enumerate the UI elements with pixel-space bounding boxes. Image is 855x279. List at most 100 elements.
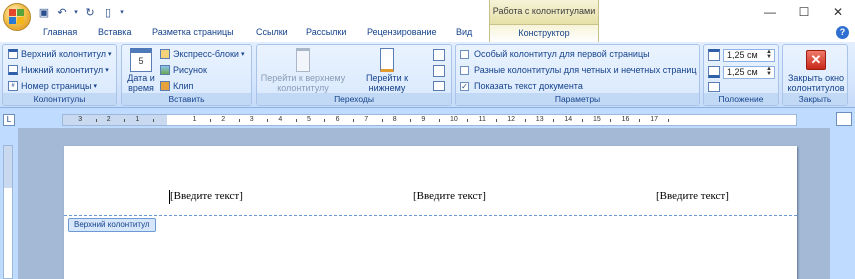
tab-review[interactable]: Рецензирование [367, 27, 437, 37]
office-button[interactable] [3, 3, 31, 31]
ruler-tick [295, 119, 297, 122]
document-page[interactable] [64, 146, 797, 279]
different-first-page-checkbox[interactable]: Особый колонтитул для первой страницы [460, 47, 650, 61]
chevron-down-icon: ▾ [93, 83, 97, 90]
header-distance-spinner: 1,25 см ▲ ▼ [708, 48, 775, 62]
ruler-number: 2 [221, 116, 226, 123]
header-position-icon [708, 49, 720, 61]
new-document-icon[interactable]: ▯ [100, 4, 116, 20]
footer-menu-button[interactable]: Нижний колонтитул ▾ [8, 63, 109, 77]
ruler-number: 10 [450, 116, 458, 123]
quick-parts-button[interactable]: Экспресс-блоки ▾ [160, 47, 244, 61]
close-button[interactable]: ✕ [823, 0, 853, 24]
undo-dropdown-icon[interactable]: ▾ [72, 4, 80, 20]
tab-page-layout[interactable]: Разметка страницы [152, 27, 234, 37]
header-placeholder-right[interactable]: [Введите текст] [656, 190, 729, 202]
group-label: Закрыть [783, 93, 847, 105]
checkbox-box [460, 65, 469, 75]
tab-insert[interactable]: Вставка [98, 27, 131, 37]
ruler-tick [638, 119, 640, 122]
ruler-number: 1 [135, 116, 140, 123]
ruler-tick [610, 119, 612, 122]
vertical-ruler[interactable] [3, 145, 13, 279]
chevron-down-icon: ▾ [240, 51, 245, 58]
checkmark-icon: ✓ [460, 81, 469, 91]
footer-icon [8, 65, 18, 75]
ruler-number: 8 [392, 116, 397, 123]
tab-references[interactable]: Ссылки [256, 27, 288, 37]
save-icon[interactable]: ▣ [36, 4, 52, 20]
show-document-text-checkbox[interactable]: ✓ Показать текст документа [460, 79, 583, 93]
tab-mailings[interactable]: Рассылки [306, 27, 346, 37]
spin-arrows-icon[interactable]: ▲ ▼ [766, 49, 772, 60]
qat-customize-icon[interactable]: ▾ [118, 4, 126, 20]
footer-distance-spinner: 1,25 см ▲ ▼ [708, 65, 775, 79]
header-distance-input[interactable]: 1,25 см ▲ ▼ [723, 48, 775, 62]
picture-button[interactable]: Рисунок [160, 63, 207, 77]
ruler-tick [324, 119, 326, 122]
group-headers-footers: Верхний колонтитул ▾ Нижний колонтитул ▾ #… [2, 44, 117, 106]
group-position: 1,25 см ▲ ▼ 1,25 см ▲ ▼ Положение [703, 44, 779, 106]
group-label: Вставить [122, 93, 251, 105]
tab-home[interactable]: Главная [43, 27, 77, 37]
footer-position-icon [708, 66, 720, 78]
ruler-number: 12 [507, 116, 515, 123]
ruler-tick [524, 119, 526, 122]
header-menu-button[interactable]: Верхний колонтитул ▾ [8, 47, 112, 61]
group-options: Особый колонтитул для первой страницы Ра… [455, 44, 700, 106]
header-boundary-line [64, 215, 797, 216]
office-logo-icon [9, 9, 25, 25]
vertical-ruler-margin [4, 146, 12, 188]
chevron-down-icon: ▾ [108, 51, 112, 58]
ruler-tick [209, 119, 211, 122]
link-to-previous-icon[interactable] [433, 81, 445, 91]
ribbon-tabs: Главная Вставка Разметка страницы Ссылки… [0, 24, 855, 42]
group-insert: 5 Дата и время Экспресс-блоки ▾ Рисунок К… [121, 44, 252, 106]
go-to-header-button[interactable]: Перейти к верхнему колонтитулу [259, 48, 347, 93]
tab-selector-icon[interactable]: L [3, 114, 15, 126]
undo-icon[interactable]: ↶ [54, 4, 70, 20]
maximize-button[interactable]: ☐ [789, 0, 819, 24]
ruler-tick [667, 119, 669, 122]
group-label: Положение [704, 93, 778, 105]
date-time-button[interactable]: 5 Дата и время [125, 48, 157, 93]
ruler-tick [238, 119, 240, 122]
header-placeholder-left[interactable]: [Введите текст] [170, 190, 243, 202]
close-header-footer-button[interactable]: ✕ Закрыть окно колонтитулов [785, 48, 847, 93]
spin-arrows-icon[interactable]: ▲ ▼ [766, 66, 772, 77]
ruler-tick [381, 119, 383, 122]
checkbox-box [460, 49, 469, 59]
previous-section-icon[interactable] [433, 49, 445, 61]
ruler-number: 15 [593, 116, 601, 123]
horizontal-ruler[interactable]: 3 2 1 1 2 3 4 5 6 7 8 9 10 11 12 13 14 15 16 17 [62, 114, 797, 126]
next-section-icon[interactable] [433, 65, 445, 77]
help-icon[interactable]: ? [836, 26, 849, 39]
title-bar: ▣ ↶ ▾ ↻ ▯ ▾ Работа с колонтитулами — ☐ ✕ [0, 0, 855, 24]
view-ruler-icon[interactable] [836, 112, 852, 126]
ribbon: Верхний колонтитул ▾ Нижний колонтитул ▾ #… [0, 42, 855, 108]
page-number-menu-button[interactable]: # Номер страницы ▾ [8, 79, 97, 93]
tab-design[interactable]: Конструктор [489, 24, 599, 42]
header-placeholder-center[interactable]: [Введите текст] [413, 190, 486, 202]
tab-view[interactable]: Вид [456, 27, 472, 37]
group-navigation: Перейти к верхнему колонтитулу Перейти к… [256, 44, 452, 106]
ruler-tick [152, 119, 154, 122]
footer-distance-input[interactable]: 1,25 см ▲ ▼ [723, 65, 775, 79]
ruler-tick [267, 119, 269, 122]
header-label-tag: Верхний колонтитул [68, 218, 156, 232]
insert-alignment-tab-icon[interactable] [708, 82, 720, 92]
group-close: ✕ Закрыть окно колонтитулов Закрыть [782, 44, 848, 106]
ruler-tick [124, 119, 126, 122]
ruler-tick [553, 119, 555, 122]
minimize-button[interactable]: — [755, 0, 785, 24]
clip-art-icon [160, 81, 170, 91]
ruler-tick [467, 119, 469, 122]
ruler-number: 9 [421, 116, 426, 123]
different-odd-even-checkbox[interactable]: Разные колонтитулы для четных и нечетных… [460, 63, 697, 77]
redo-icon[interactable]: ↻ [82, 4, 98, 20]
group-label: Колонтитулы [3, 93, 116, 105]
ruler-number: 7 [364, 116, 369, 123]
clip-art-button[interactable]: Клип [160, 79, 193, 93]
ruler-number: 14 [564, 116, 573, 123]
ruler-number: 3 [78, 116, 83, 123]
